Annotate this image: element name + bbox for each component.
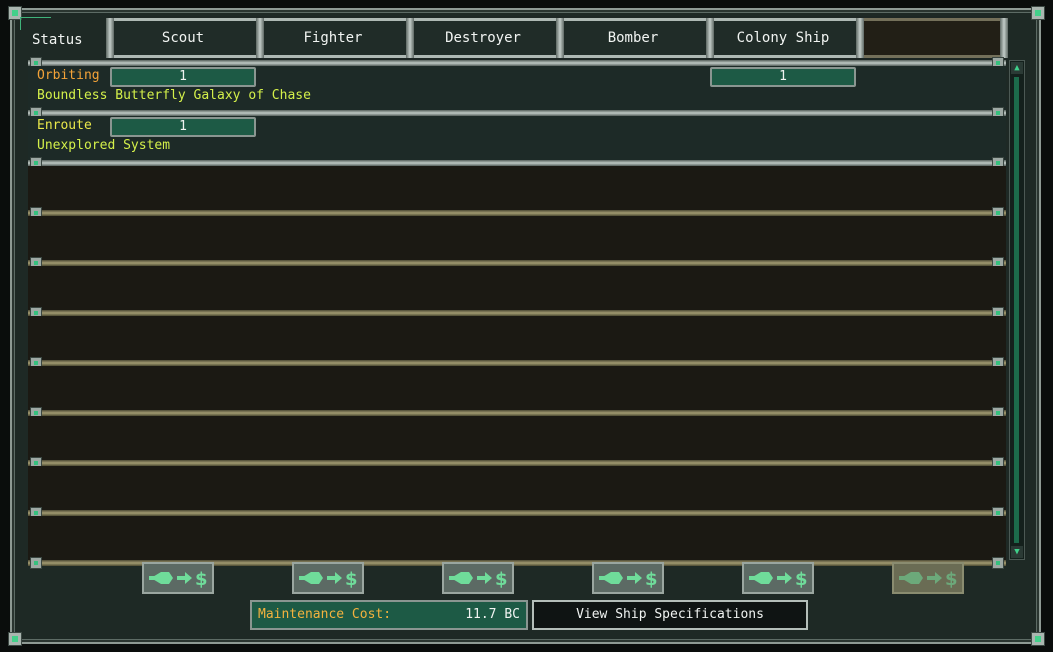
ship-to-money-icon: $ bbox=[597, 567, 659, 589]
svg-text:$: $ bbox=[645, 569, 658, 589]
svg-text:$: $ bbox=[495, 569, 508, 589]
sell-ships-button[interactable]: $ bbox=[292, 562, 364, 594]
ship-type-header[interactable]: Colony Ship bbox=[710, 18, 856, 58]
ship-count-field[interactable]: 1 bbox=[110, 67, 256, 87]
ship-to-money-icon: $ bbox=[147, 567, 209, 589]
status-column-header: Status bbox=[32, 32, 83, 48]
frame-corner-rivet bbox=[8, 632, 22, 646]
header-separator-pipe bbox=[406, 18, 414, 58]
sell-ships-button[interactable]: $ bbox=[442, 562, 514, 594]
header-separator-pipe bbox=[856, 18, 864, 58]
maintenance-cost-label: Maintenance Cost: bbox=[258, 607, 392, 622]
ship-to-money-icon: $ bbox=[897, 567, 959, 589]
fleet-location: Boundless Butterfly Galaxy of Chase bbox=[37, 88, 311, 103]
status-decoration bbox=[20, 17, 51, 30]
fleet-row-empty bbox=[28, 366, 1006, 412]
ship-count-field[interactable]: 1 bbox=[110, 117, 256, 137]
header-separator-pipe bbox=[106, 18, 114, 58]
sell-ships-button[interactable]: $ bbox=[742, 562, 814, 594]
ship-count-field[interactable]: 1 bbox=[710, 67, 856, 87]
ship-to-money-icon: $ bbox=[747, 567, 809, 589]
fleet-status: Orbiting bbox=[37, 68, 100, 83]
divider-end-cap bbox=[992, 557, 1004, 569]
header-separator-pipe bbox=[556, 18, 564, 58]
fleet-row-empty bbox=[28, 466, 1006, 512]
ship-type-header[interactable]: Scout bbox=[110, 18, 256, 58]
fleet-row-empty bbox=[28, 516, 1006, 562]
sell-ships-button[interactable]: $ bbox=[142, 562, 214, 594]
svg-text:$: $ bbox=[795, 569, 808, 589]
ship-type-header[interactable]: Fighter bbox=[260, 18, 406, 58]
ship-to-money-icon: $ bbox=[447, 567, 509, 589]
sell-ships-button: $ bbox=[892, 562, 964, 594]
fleet-status: Enroute bbox=[37, 118, 92, 133]
ship-type-header[interactable]: Bomber bbox=[560, 18, 706, 58]
view-ship-specifications-button[interactable]: View Ship Specifications bbox=[532, 600, 808, 630]
scroll-down-icon[interactable]: ▼ bbox=[1011, 546, 1023, 558]
header-separator-pipe bbox=[706, 18, 714, 58]
maintenance-cost-display: Maintenance Cost: 11.7 BC bbox=[250, 600, 528, 630]
list-scrollbar[interactable]: ▲ ▼ bbox=[1009, 60, 1025, 560]
fleet-row-empty bbox=[28, 316, 1006, 362]
fleet-row-empty bbox=[28, 266, 1006, 312]
ship-to-money-icon: $ bbox=[297, 567, 359, 589]
scroll-up-icon[interactable]: ▲ bbox=[1011, 62, 1023, 74]
maintenance-cost-value: 11.7 BC bbox=[465, 607, 520, 622]
fleet-row-empty bbox=[28, 416, 1006, 462]
scroll-track[interactable] bbox=[1014, 77, 1019, 543]
header-separator-pipe bbox=[1000, 18, 1008, 58]
header-separator-pipe bbox=[256, 18, 264, 58]
fleet-row-empty bbox=[28, 216, 1006, 262]
frame-corner-rivet bbox=[1031, 6, 1045, 20]
ship-type-header[interactable]: Destroyer bbox=[410, 18, 556, 58]
svg-text:$: $ bbox=[345, 569, 358, 589]
sell-ships-button[interactable]: $ bbox=[592, 562, 664, 594]
frame-corner-rivet bbox=[1031, 632, 1045, 646]
svg-text:$: $ bbox=[945, 569, 958, 589]
divider-end-cap bbox=[30, 557, 42, 569]
fleet-location: Unexplored System bbox=[37, 138, 171, 153]
svg-text:$: $ bbox=[195, 569, 208, 589]
ship-type-header-empty bbox=[860, 18, 1006, 58]
fleet-row-empty bbox=[28, 166, 1006, 212]
